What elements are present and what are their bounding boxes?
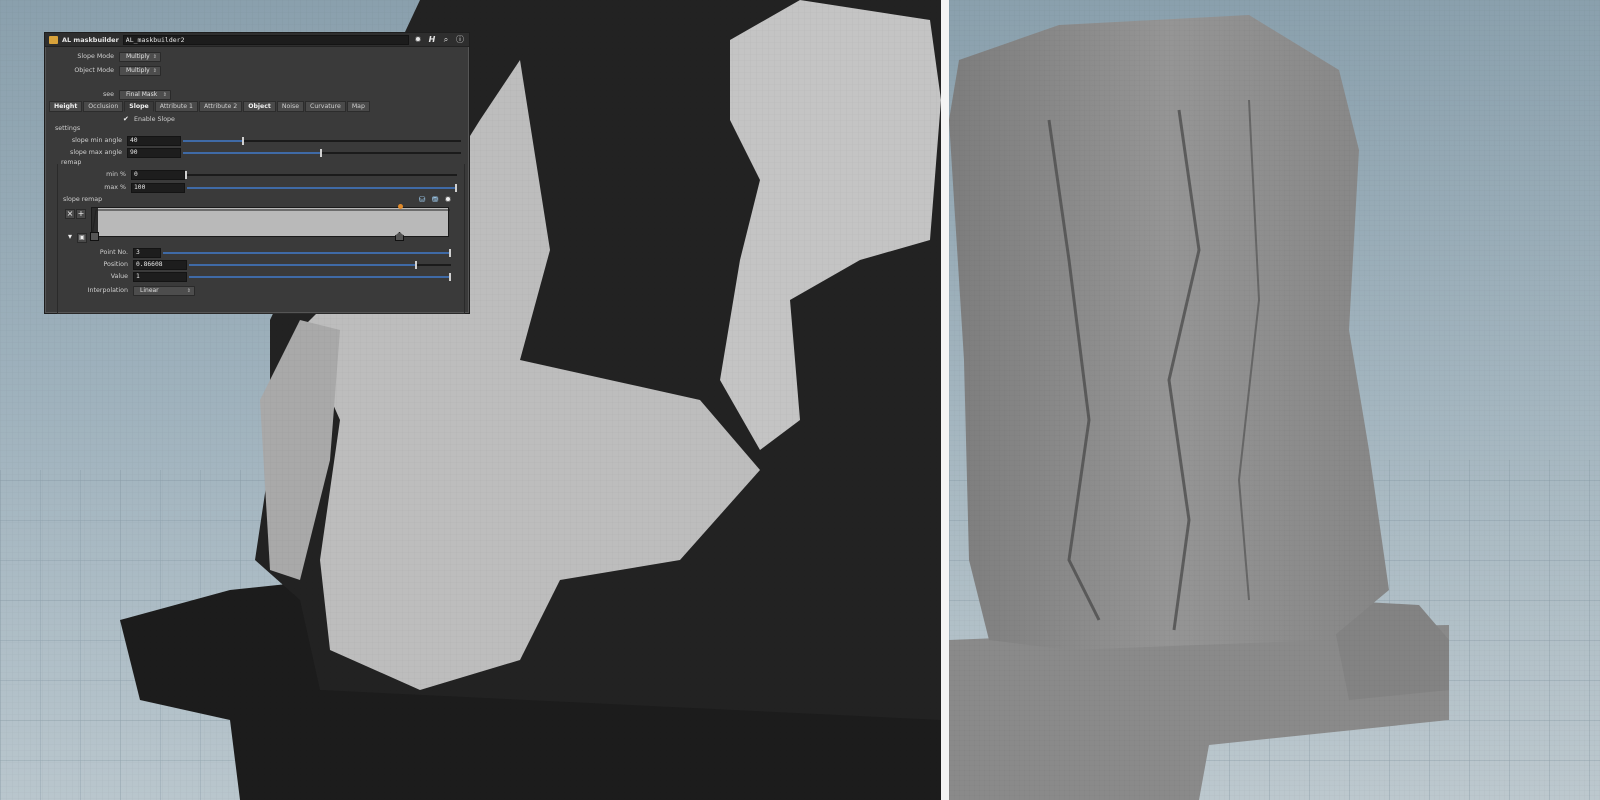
slider-handle[interactable] — [455, 183, 457, 192]
object-mode-label: Object Mode — [74, 67, 114, 74]
interpolation-row: Interpolation Linear ⇕ — [45, 285, 195, 296]
max-pct-slider[interactable] — [187, 183, 457, 193]
position-slider[interactable] — [189, 260, 451, 270]
slope-min-row: slope min angle 40 — [45, 135, 461, 146]
slope-remap-ramp[interactable] — [90, 204, 450, 241]
ramp-curve — [92, 208, 450, 238]
slope-max-row: slope max angle 90 — [45, 147, 461, 158]
enable-slope-checkbox[interactable]: ✔ — [123, 116, 130, 123]
help-icon[interactable]: H — [427, 35, 437, 45]
see-menu[interactable]: Final Mask ⇕ — [119, 89, 171, 100]
enable-slope-label: Enable Slope — [134, 116, 175, 123]
slope-mode-label: Slope Mode — [77, 53, 114, 60]
tab-bar: Height Occlusion Slope Attribute 1 Attri… — [49, 101, 370, 112]
max-pct-row: max % 100 — [45, 182, 457, 193]
max-pct-field[interactable]: 100 — [131, 182, 185, 193]
tab-attribute-1[interactable]: Attribute 1 — [154, 101, 198, 112]
tab-noise[interactable]: Noise — [276, 101, 305, 112]
interpolation-menu[interactable]: Linear ⇕ — [133, 285, 195, 296]
slope-max-slider[interactable] — [183, 148, 461, 158]
slider-handle[interactable] — [185, 170, 187, 179]
ramp-save-icon[interactable]: ⛃ — [430, 195, 440, 205]
collapse-arrow-icon[interactable]: ▾ — [65, 233, 75, 243]
slider-handle[interactable] — [320, 148, 322, 157]
position-row: Position 0.86608 — [45, 259, 451, 270]
value-field[interactable]: 1 — [133, 271, 187, 282]
see-label: see — [102, 91, 114, 98]
right-viewport[interactable] — [949, 0, 1600, 800]
slope-max-field[interactable]: 90 — [127, 147, 181, 158]
ramp-point-marker[interactable] — [398, 204, 403, 209]
node-name-field[interactable]: AL_maskbuilder2 — [122, 34, 409, 45]
slope-max-label: slope max angle — [70, 149, 122, 156]
min-pct-label: min % — [106, 171, 126, 178]
tab-attribute-2[interactable]: Attribute 2 — [198, 101, 243, 112]
slope-mode-menu[interactable]: Multiply ⇕ — [119, 51, 161, 62]
value-slider[interactable] — [189, 272, 451, 282]
see-row: see Final Mask ⇕ — [45, 89, 171, 100]
object-mode-row: Object Mode Multiply ⇕ — [45, 65, 161, 76]
value-label: Value — [110, 273, 128, 280]
gear-icon[interactable]: ✹ — [443, 195, 453, 205]
min-pct-field[interactable]: 0 — [131, 169, 185, 180]
add-point-button[interactable]: + — [76, 209, 86, 219]
enable-slope-row: ✔ Enable Slope — [123, 114, 175, 125]
ramp-preset-icon[interactable]: ⛁ — [417, 195, 427, 205]
slope-min-label: slope min angle — [71, 137, 122, 144]
mesh-overlay — [949, 0, 1600, 800]
tab-occlusion[interactable]: Occlusion — [83, 101, 124, 112]
point-no-slider[interactable] — [163, 248, 451, 258]
value-row: Value 1 — [45, 271, 451, 282]
panel-titlebar: AL maskbuilder AL_maskbuilder2 ✹ H ⌕ ⓘ — [45, 33, 469, 47]
slope-min-slider[interactable] — [183, 136, 461, 146]
slope-min-field[interactable]: 40 — [127, 135, 181, 146]
maskbuilder-node-icon — [49, 35, 58, 44]
viewport-divider — [941, 0, 949, 800]
slope-remap-label: slope remap — [63, 196, 103, 203]
info-icon[interactable]: ⓘ — [455, 35, 465, 45]
ramp-point-handle[interactable] — [90, 232, 99, 241]
object-mode-menu[interactable]: Multiply ⇕ — [119, 65, 161, 76]
slider-handle[interactable] — [449, 272, 451, 281]
search-icon[interactable]: ⌕ — [441, 35, 451, 45]
gear-icon[interactable]: ✹ — [413, 35, 423, 45]
point-no-field[interactable]: 3 — [133, 247, 161, 258]
slider-handle[interactable] — [449, 248, 451, 257]
tab-map[interactable]: Map — [346, 101, 370, 112]
position-label: Position — [103, 261, 128, 268]
ramp-toggle-icon[interactable]: ▣ — [77, 233, 87, 243]
mesh-render — [949, 0, 1600, 800]
slider-handle[interactable] — [242, 136, 245, 145]
position-field[interactable]: 0.86608 — [133, 259, 187, 270]
point-no-row: Point No. 3 — [45, 247, 451, 258]
min-pct-slider[interactable] — [185, 170, 457, 180]
node-type-label: AL maskbuilder — [62, 35, 119, 44]
interpolation-label: Interpolation — [87, 287, 128, 294]
tab-curvature[interactable]: Curvature — [305, 101, 346, 112]
tab-height[interactable]: Height — [49, 101, 83, 112]
tab-object[interactable]: Object — [243, 101, 276, 112]
slider-handle[interactable] — [414, 260, 417, 269]
tab-slope[interactable]: Slope — [124, 101, 154, 112]
settings-label: settings — [55, 125, 81, 132]
min-pct-row: min % 0 — [45, 169, 457, 180]
point-no-label: Point No. — [99, 249, 128, 256]
slope-mode-row: Slope Mode Multiply ⇕ — [45, 51, 161, 62]
delete-point-button[interactable]: × — [65, 209, 75, 219]
parameter-panel: AL maskbuilder AL_maskbuilder2 ✹ H ⌕ ⓘ S… — [44, 32, 470, 314]
max-pct-label: max % — [104, 184, 126, 191]
